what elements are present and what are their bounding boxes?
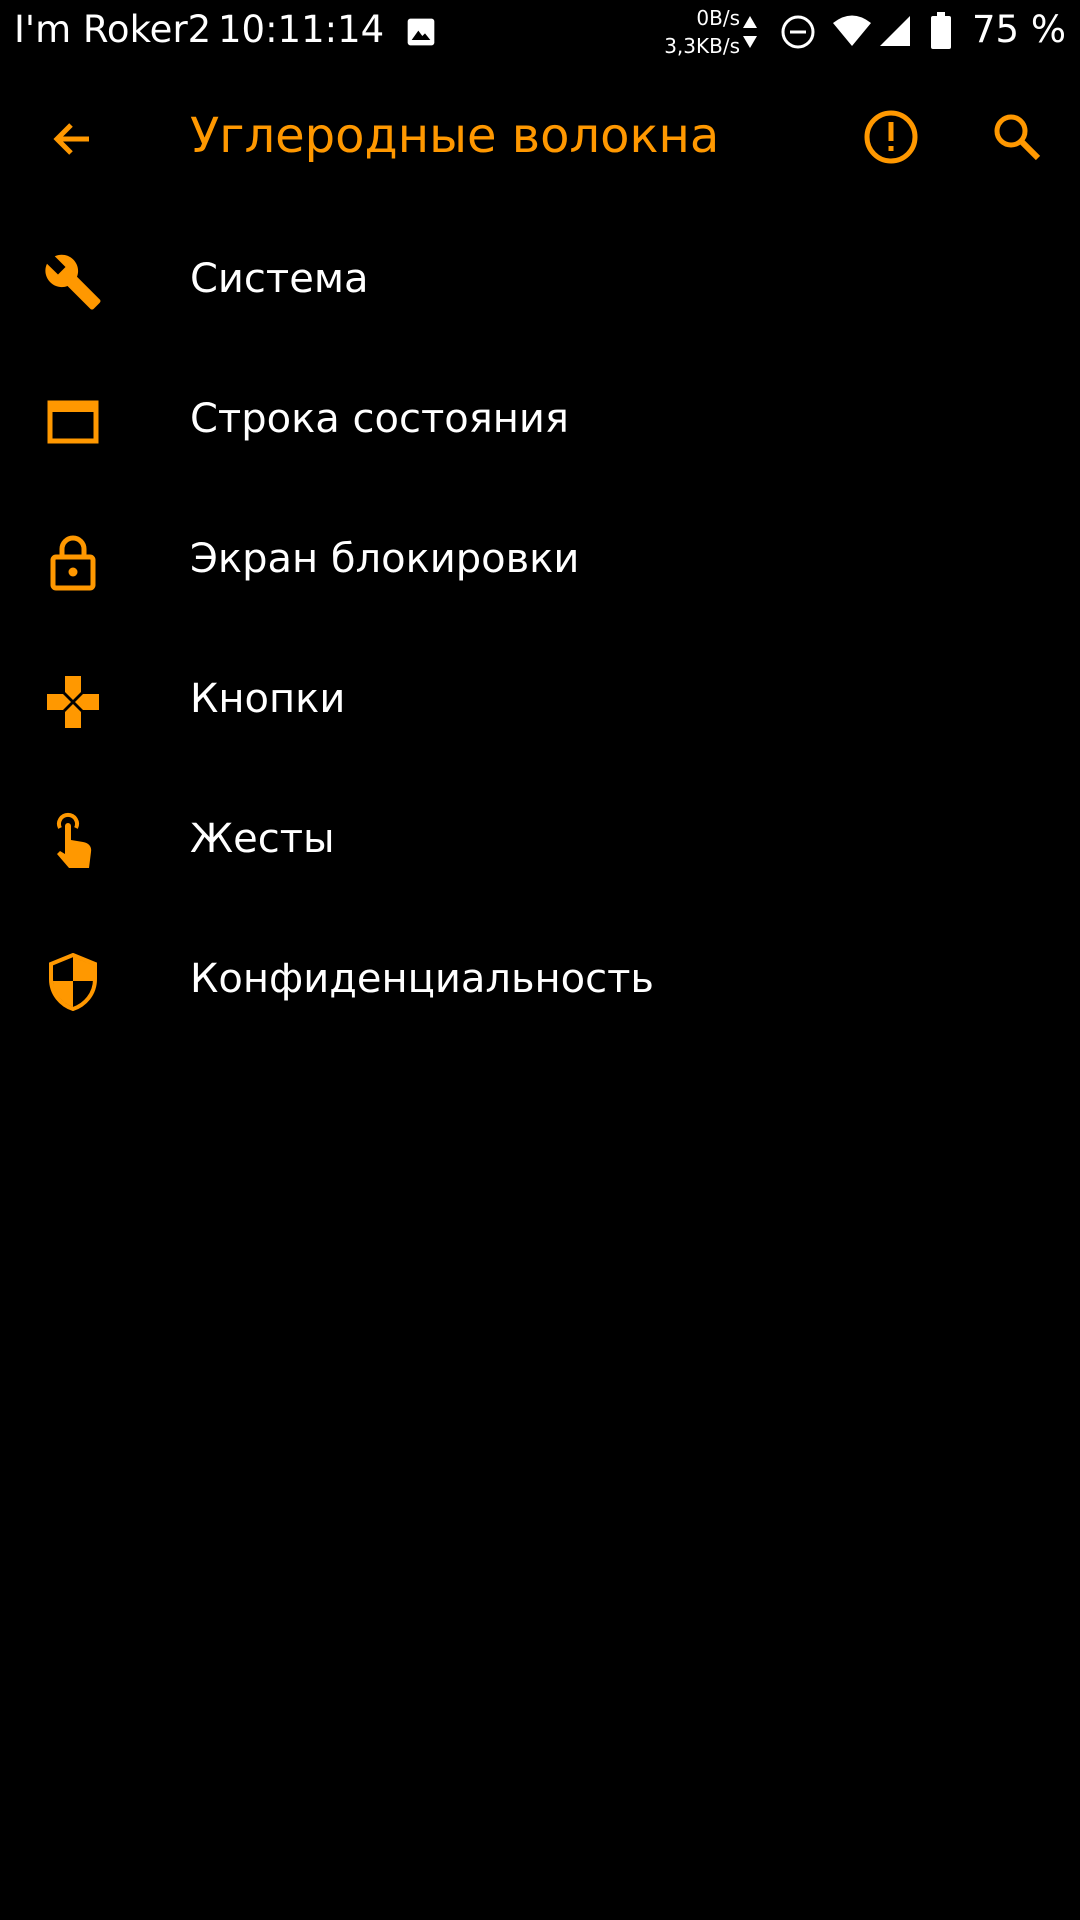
menu-item-label: Строка состояния [190,396,569,442]
menu-item-label: Система [190,256,369,302]
menu-item-lock-screen[interactable]: Экран блокировки [0,490,1080,630]
status-clock: 10:11:14 [218,8,385,51]
settings-menu-list: Система Строка состояния Экран блокировк… [0,210,1080,1050]
search-button[interactable] [982,102,1052,172]
alert-circle-icon [864,110,918,164]
back-button[interactable] [38,104,108,174]
statusbar-window-icon [43,392,103,452]
battery-percent: 75 % [972,8,1066,51]
net-upload-speed: 0B/s [696,6,740,30]
network-speed: 0B/s 3,3KB/s [640,4,740,60]
menu-item-label: Кнопки [190,676,346,722]
menu-item-system[interactable]: Система [0,210,1080,350]
battery-icon [931,12,951,49]
page-title: Углеродные волокна [190,108,720,164]
about-button[interactable] [856,102,926,172]
menu-item-privacy[interactable]: Конфиденциальность [0,910,1080,1050]
shield-icon [43,952,103,1012]
menu-item-label: Экран блокировки [190,536,580,582]
data-arrows-icon [743,16,757,48]
back-arrow-icon [53,123,89,155]
menu-item-gestures[interactable]: Жесты [0,770,1080,910]
settings-screen: I'm Roker2 10:11:14 0B/s 3,3KB/s 75 % Уг… [0,0,1080,1920]
menu-item-label: Жесты [190,816,335,862]
do-not-disturb-icon [781,15,815,49]
app-bar: Углеродные волокна [0,64,1080,208]
lock-icon [43,532,103,592]
menu-item-label: Конфиденциальность [190,956,655,1002]
status-bar: I'm Roker2 10:11:14 0B/s 3,3KB/s 75 % [0,0,1080,64]
net-download-speed: 3,3KB/s [664,34,740,58]
menu-item-buttons[interactable]: Кнопки [0,630,1080,770]
signal-icon [880,16,910,46]
wifi-icon [833,15,871,46]
touch-gesture-icon [43,812,103,872]
carrier-label: I'm Roker2 [14,8,212,51]
menu-item-status-bar[interactable]: Строка состояния [0,350,1080,490]
search-icon [994,114,1041,161]
gallery-icon [407,18,435,46]
wrench-icon [43,252,103,312]
dpad-buttons-icon [43,672,103,732]
